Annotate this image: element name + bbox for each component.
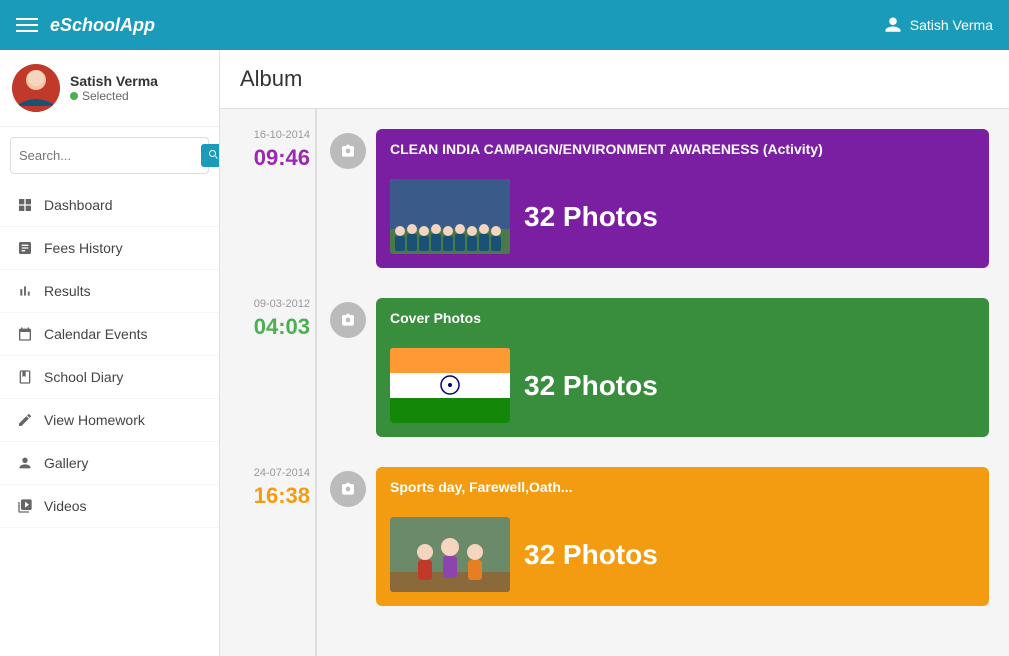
homework-icon (16, 411, 34, 429)
camera-icon-3 (340, 481, 356, 497)
search-icon (207, 148, 219, 160)
camera-icon-2 (340, 312, 356, 328)
content-header: Album (220, 50, 1009, 109)
sidebar-item-dashboard[interactable]: Dashboard (0, 184, 219, 227)
sidebar-item-fees-history[interactable]: Fees History (0, 227, 219, 270)
search-input[interactable] (19, 148, 195, 163)
sidebar-item-school-diary[interactable]: School Diary (0, 356, 219, 399)
sidebar-item-homework[interactable]: View Homework (0, 399, 219, 442)
timeline-item-2: 09-03-2012 04:03 Cover Photos (240, 298, 989, 437)
videos-icon (16, 497, 34, 515)
album-thumb-3 (390, 517, 510, 592)
search-button[interactable] (201, 144, 220, 167)
album-card-3[interactable]: Sports day, Farewell,Oath... (376, 467, 989, 606)
camera-circle-2 (330, 302, 366, 338)
album-date-2: 09-03-2012 (240, 298, 310, 310)
album-card-1[interactable]: CLEAN INDIA CAMPAIGN/ENVIRONMENT AWARENE… (376, 129, 989, 268)
camera-circle-1 (330, 133, 366, 169)
main-layout: Satish Verma Selected Dashboard (0, 50, 1009, 656)
status-dot (70, 92, 78, 100)
page-title: Album (240, 66, 989, 92)
results-icon (16, 282, 34, 300)
header-left: eSchoolApp (16, 15, 155, 36)
sidebar-profile: Satish Verma Selected (0, 50, 219, 127)
album-photos-1: 32 Photos (524, 201, 658, 233)
sidebar-label-homework: View Homework (44, 412, 145, 428)
app-title: eSchoolApp (50, 15, 155, 36)
sidebar-label-calendar: Calendar Events (44, 326, 148, 342)
diary-icon (16, 368, 34, 386)
album-date-1: 16-10-2014 (240, 129, 310, 141)
timeline-time-2: 09-03-2012 04:03 (240, 298, 320, 340)
timeline: 16-10-2014 09:46 CLEAN INDIA CAMPAIGN/EN… (220, 109, 1009, 656)
album-title-2: Cover Photos (376, 298, 989, 338)
content-area: Album 16-10-2014 09:46 CLEAN INDIA CAMPA… (220, 50, 1009, 656)
album-title-1: CLEAN INDIA CAMPAIGN/ENVIRONMENT AWARENE… (376, 129, 989, 169)
calendar-icon (16, 325, 34, 343)
album-thumb-1 (390, 179, 510, 254)
sidebar-item-gallery[interactable]: Gallery (0, 442, 219, 485)
profile-name: Satish Verma (70, 73, 158, 89)
timeline-item-1: 16-10-2014 09:46 CLEAN INDIA CAMPAIGN/EN… (240, 129, 989, 268)
header-user: Satish Verma (884, 16, 993, 34)
avatar (12, 64, 60, 112)
album-date-3: 24-07-2014 (240, 467, 310, 479)
timeline-item-3: 24-07-2014 16:38 Sports day, Farewell,Oa… (240, 467, 989, 606)
header-username: Satish Verma (910, 17, 993, 33)
album-photos-3: 32 Photos (524, 539, 658, 571)
sidebar-item-videos[interactable]: Videos (0, 485, 219, 528)
profile-status: Selected (70, 89, 158, 103)
camera-circle-3 (330, 471, 366, 507)
sidebar-label-results: Results (44, 283, 91, 299)
sidebar-item-calendar[interactable]: Calendar Events (0, 313, 219, 356)
search-box (10, 137, 209, 174)
avatar-image (12, 64, 60, 112)
user-icon (884, 16, 902, 34)
album-body-1: 32 Photos (376, 169, 989, 268)
album-body-2: 32 Photos (376, 338, 989, 437)
sidebar-label-gallery: Gallery (44, 455, 88, 471)
fees-icon (16, 239, 34, 257)
profile-info: Satish Verma Selected (70, 73, 158, 103)
status-text: Selected (82, 89, 129, 103)
timeline-time-1: 16-10-2014 09:46 (240, 129, 320, 171)
album-time-1: 09:46 (240, 145, 310, 171)
album-thumb-2 (390, 348, 510, 423)
sidebar-label-videos: Videos (44, 498, 87, 514)
album-title-3: Sports day, Farewell,Oath... (376, 467, 989, 507)
album-time-2: 04:03 (240, 314, 310, 340)
sidebar-item-results[interactable]: Results (0, 270, 219, 313)
sidebar-label-dashboard: Dashboard (44, 197, 113, 213)
album-photos-2: 32 Photos (524, 370, 658, 402)
dashboard-icon (16, 196, 34, 214)
timeline-time-3: 24-07-2014 16:38 (240, 467, 320, 509)
hamburger-menu[interactable] (16, 18, 38, 32)
sidebar-label-fees: Fees History (44, 240, 123, 256)
gallery-icon (16, 454, 34, 472)
album-time-3: 16:38 (240, 483, 310, 509)
camera-icon-1 (340, 143, 356, 159)
sidebar: Satish Verma Selected Dashboard (0, 50, 220, 656)
album-card-2[interactable]: Cover Photos 32 Photo (376, 298, 989, 437)
sidebar-label-diary: School Diary (44, 369, 123, 385)
top-header: eSchoolApp Satish Verma (0, 0, 1009, 50)
album-body-3: 32 Photos (376, 507, 989, 606)
